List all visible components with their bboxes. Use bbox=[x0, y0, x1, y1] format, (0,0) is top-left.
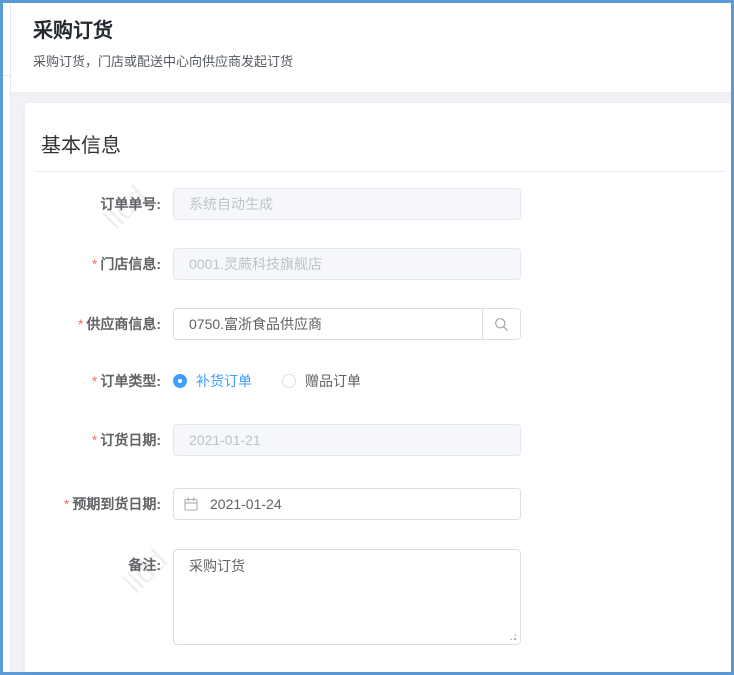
form-row-order-no: 订单单号: bbox=[25, 188, 731, 220]
sidebar-divider bbox=[3, 75, 10, 76]
remark-label: 备注: bbox=[128, 557, 161, 573]
supplier-label: * 供应商信息: bbox=[77, 316, 161, 332]
form-row-remark: 备注: 采购订货 bbox=[25, 549, 731, 645]
expected-date-label: * 预期到货日期: bbox=[63, 496, 161, 512]
page-subtitle: 采购订货，门店或配送中心向供应商发起订货 bbox=[33, 54, 294, 69]
order-date-input bbox=[173, 424, 521, 456]
radio-replenish-order[interactable]: 补货订单 bbox=[173, 371, 252, 391]
page-header: 采购订货 采购订货，门店或配送中心向供应商发起订货 bbox=[11, 3, 731, 93]
section-title: 基本信息 bbox=[41, 135, 121, 157]
order-type-label: * 订单类型: bbox=[91, 373, 161, 389]
required-star: * bbox=[91, 373, 98, 389]
calendar-icon bbox=[184, 497, 198, 511]
supplier-search-button[interactable] bbox=[483, 308, 521, 340]
radio-selected-icon bbox=[173, 374, 187, 388]
required-star: * bbox=[91, 256, 98, 272]
store-label: * 门店信息: bbox=[91, 256, 161, 272]
collapsed-sidebar bbox=[3, 3, 11, 672]
basic-info-card: lldd lldd 基本信息 订单单号: *门店信息: *供应商信息: bbox=[25, 103, 731, 672]
radio-label: 补货订单 bbox=[196, 373, 252, 389]
form-row-supplier: * 供应商信息: bbox=[25, 308, 731, 340]
form-row-expected-date: * 预期到货日期: 2021-01-24 bbox=[25, 488, 731, 520]
supplier-input[interactable] bbox=[173, 308, 484, 340]
required-star: * bbox=[91, 432, 98, 448]
required-star: * bbox=[77, 316, 84, 332]
store-input bbox=[173, 248, 521, 280]
order-no-input bbox=[173, 188, 521, 220]
expected-date-input[interactable]: 2021-01-24 bbox=[173, 488, 521, 520]
expected-date-value: 2021-01-24 bbox=[210, 496, 282, 512]
form-row-order-type: * 订单类型: 补货订单 赠品订单 bbox=[25, 365, 731, 397]
search-icon bbox=[495, 317, 508, 331]
section-divider bbox=[35, 171, 725, 172]
order-no-label: 订单单号: bbox=[100, 196, 161, 212]
form-row-order-date: * 订货日期: bbox=[25, 424, 731, 456]
order-type-radio-group: 补货订单 赠品订单 bbox=[173, 365, 521, 397]
order-date-label: * 订货日期: bbox=[91, 432, 161, 448]
radio-label: 赠品订单 bbox=[305, 373, 361, 389]
radio-unselected-icon bbox=[282, 374, 296, 388]
form-row-store: * 门店信息: bbox=[25, 248, 731, 280]
remark-textarea[interactable]: 采购订货 bbox=[173, 549, 521, 645]
radio-gift-order[interactable]: 赠品订单 bbox=[282, 371, 361, 391]
page-title: 采购订货 bbox=[33, 20, 113, 42]
required-star: * bbox=[63, 496, 70, 512]
